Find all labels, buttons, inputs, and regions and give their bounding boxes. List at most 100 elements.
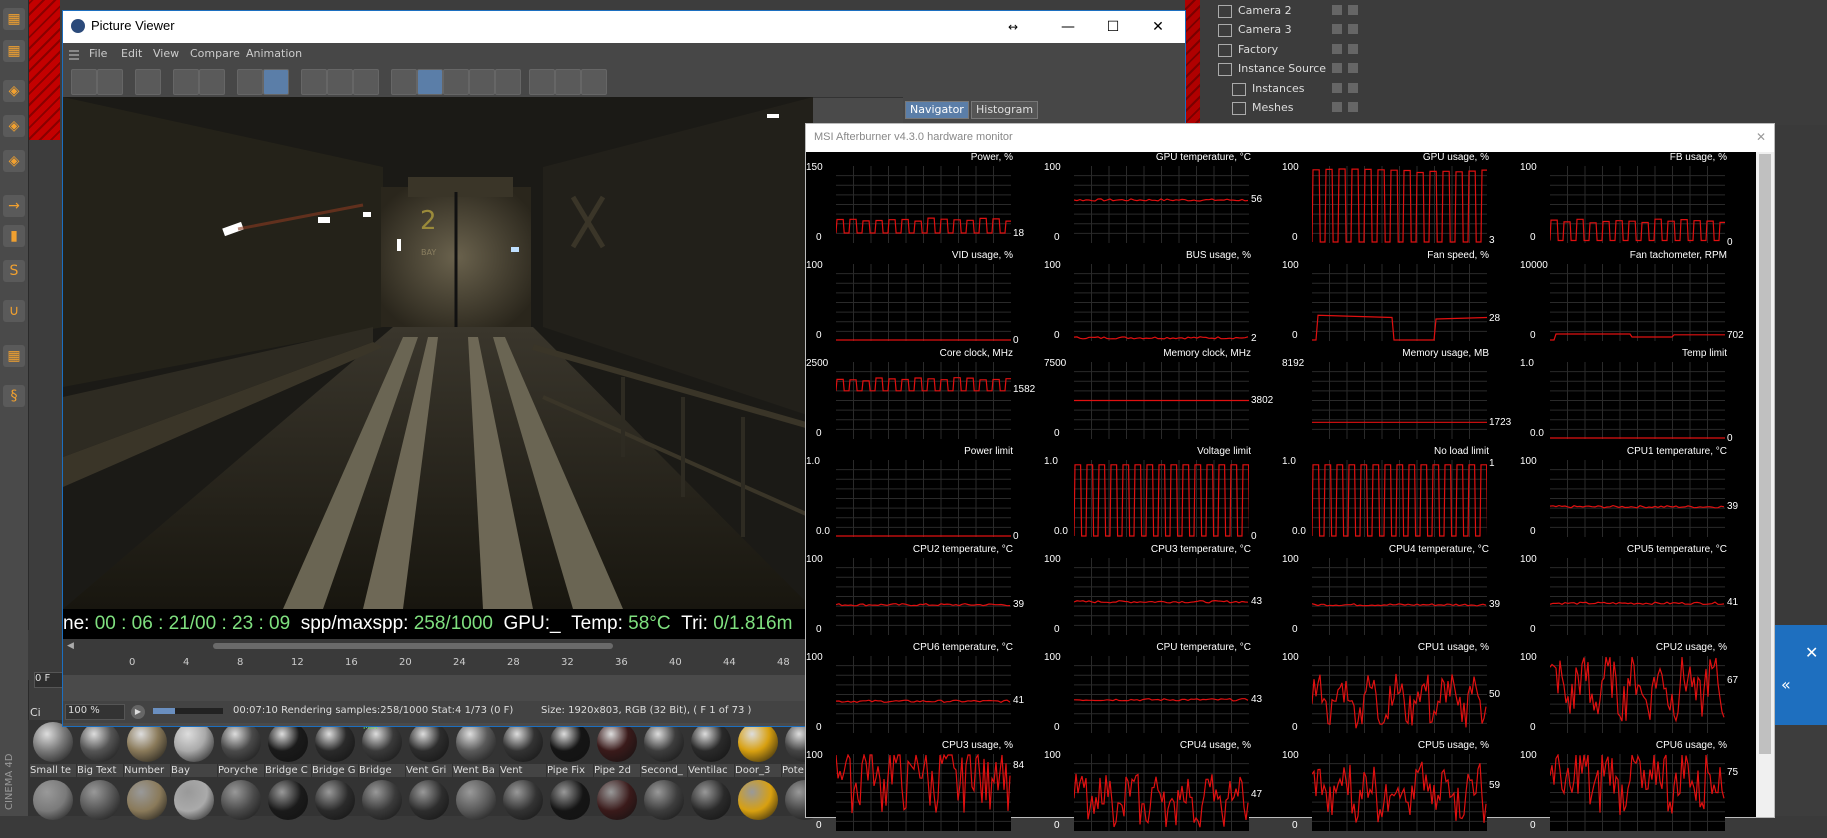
material-swatch[interactable] — [503, 722, 543, 762]
move-icon[interactable]: → — [3, 195, 25, 217]
play-icon[interactable]: ▶ — [131, 705, 145, 719]
object-flags[interactable] — [1332, 5, 1392, 19]
chevron-left-icon[interactable]: « — [1781, 675, 1791, 694]
cube-icon[interactable]: ◈ — [3, 80, 25, 102]
scroll-thumb[interactable] — [1759, 154, 1771, 754]
material-swatch[interactable] — [691, 722, 731, 762]
ab-icon[interactable] — [391, 69, 417, 95]
object-flags[interactable] — [1332, 24, 1392, 38]
material-swatch[interactable] — [33, 780, 73, 820]
material-swatch[interactable] — [503, 780, 543, 820]
object-flags[interactable] — [1332, 44, 1392, 58]
mouse-icon[interactable]: ▮ — [3, 225, 25, 247]
material-swatch[interactable] — [362, 780, 402, 820]
material-swatch[interactable] — [456, 722, 496, 762]
object-row[interactable]: Camera 2 — [1218, 2, 1292, 20]
material-swatch[interactable] — [550, 722, 590, 762]
material-swatch[interactable] — [409, 780, 449, 820]
compare-a-icon[interactable] — [301, 69, 327, 95]
afterburner-titlebar[interactable]: MSI Afterburner v4.3.0 hardware monitor … — [806, 124, 1774, 152]
material-swatch[interactable] — [127, 780, 167, 820]
material-swatch[interactable] — [221, 722, 261, 762]
menu-animation[interactable]: Animation — [246, 47, 302, 60]
material-swatch[interactable] — [33, 722, 73, 762]
picture-viewer-titlebar[interactable]: Picture Viewer ↔ — ☐ ✕ — [63, 11, 1185, 43]
film-icon[interactable] — [135, 69, 161, 95]
compare-b-icon[interactable] — [327, 69, 353, 95]
material-swatch[interactable] — [315, 780, 355, 820]
material-swatch[interactable] — [738, 722, 778, 762]
lock-grid-icon[interactable]: ▦ — [3, 345, 25, 367]
close-icon[interactable]: ✕ — [1805, 643, 1818, 662]
material-swatch[interactable] — [268, 722, 308, 762]
material-swatch[interactable] — [127, 722, 167, 762]
zoom-select[interactable]: 100 % — [65, 704, 125, 720]
close-button[interactable]: ✕ — [1138, 15, 1178, 39]
view3-icon[interactable] — [581, 69, 607, 95]
copy-icon[interactable] — [237, 69, 263, 95]
settings-icon[interactable] — [353, 69, 379, 95]
spring-icon[interactable]: § — [3, 385, 25, 407]
temp-label: Temp: — [571, 613, 623, 634]
render-status-text: 00:07:10 Rendering samples:258/1000 Stat… — [233, 705, 514, 716]
object-row[interactable]: Factory — [1218, 41, 1278, 59]
material-swatch[interactable] — [409, 722, 449, 762]
maximize-button[interactable]: ☐ — [1093, 15, 1133, 39]
menu-edit[interactable]: Edit — [121, 47, 142, 60]
view1-icon[interactable] — [529, 69, 555, 95]
grid-icon[interactable]: ▦ — [3, 40, 25, 62]
object-row[interactable]: Instances — [1232, 80, 1305, 98]
material-swatch[interactable] — [644, 722, 684, 762]
material-swatch[interactable] — [644, 780, 684, 820]
material-swatch[interactable] — [315, 722, 355, 762]
material-swatch[interactable] — [268, 780, 308, 820]
tab-histogram[interactable]: Histogram — [971, 101, 1039, 119]
picker-icon[interactable] — [199, 69, 225, 95]
frame-ruler[interactable]: 0 4 8 12 16 20 24 28 32 36 40 44 48 — [63, 653, 813, 675]
object-name: Instances — [1252, 82, 1305, 95]
split-icon[interactable] — [417, 69, 443, 95]
material-swatch[interactable] — [550, 780, 590, 820]
scroll-thumb[interactable] — [213, 643, 613, 649]
horizontal-scrollbar[interactable]: ◀ — [63, 639, 813, 653]
object-flags[interactable] — [1332, 83, 1392, 97]
save-icon[interactable] — [97, 69, 123, 95]
object-flags[interactable] — [1332, 102, 1392, 116]
region-icon[interactable] — [173, 69, 199, 95]
material-swatch[interactable] — [597, 722, 637, 762]
material-swatch[interactable] — [174, 722, 214, 762]
cube-icon-2[interactable]: ◈ — [3, 115, 25, 137]
object-row[interactable]: Instance Source — [1218, 60, 1326, 78]
magnet-icon[interactable]: ∪ — [3, 300, 25, 322]
material-swatch[interactable] — [597, 780, 637, 820]
ab-swap-icon[interactable] — [443, 69, 469, 95]
material-swatch[interactable] — [174, 780, 214, 820]
menu-compare[interactable]: Compare — [190, 47, 240, 60]
object-row[interactable]: Meshes — [1232, 99, 1293, 117]
menu-file[interactable]: File — [89, 47, 107, 60]
object-row[interactable]: Camera 3 — [1218, 21, 1292, 39]
material-swatch[interactable] — [221, 780, 261, 820]
material-swatch[interactable] — [691, 780, 731, 820]
checker-icon[interactable]: ▦ — [3, 8, 25, 30]
material-swatch[interactable] — [456, 780, 496, 820]
a-icon[interactable] — [469, 69, 495, 95]
scroll-left-icon[interactable]: ◀ — [67, 641, 74, 651]
material-swatch[interactable] — [738, 780, 778, 820]
material-swatch[interactable] — [80, 722, 120, 762]
view2-icon[interactable] — [555, 69, 581, 95]
layer-icon[interactable] — [263, 69, 289, 95]
menu-view[interactable]: View — [153, 47, 179, 60]
cube-icon-3[interactable]: ◈ — [3, 150, 25, 172]
open-icon[interactable] — [71, 69, 97, 95]
notification-panel[interactable]: ✕ « — [1775, 625, 1827, 725]
snap-icon[interactable]: S — [3, 260, 25, 282]
graph-label: Fan speed, % — [1427, 250, 1489, 261]
object-flags[interactable] — [1332, 63, 1392, 77]
minimize-button[interactable]: — — [1048, 15, 1088, 39]
close-icon[interactable]: ✕ — [1756, 130, 1766, 144]
tab-navigator[interactable]: Navigator — [905, 101, 969, 119]
b-icon[interactable] — [495, 69, 521, 95]
rendered-image[interactable]: 2 BAY — [63, 97, 813, 609]
material-swatch[interactable] — [80, 780, 120, 820]
